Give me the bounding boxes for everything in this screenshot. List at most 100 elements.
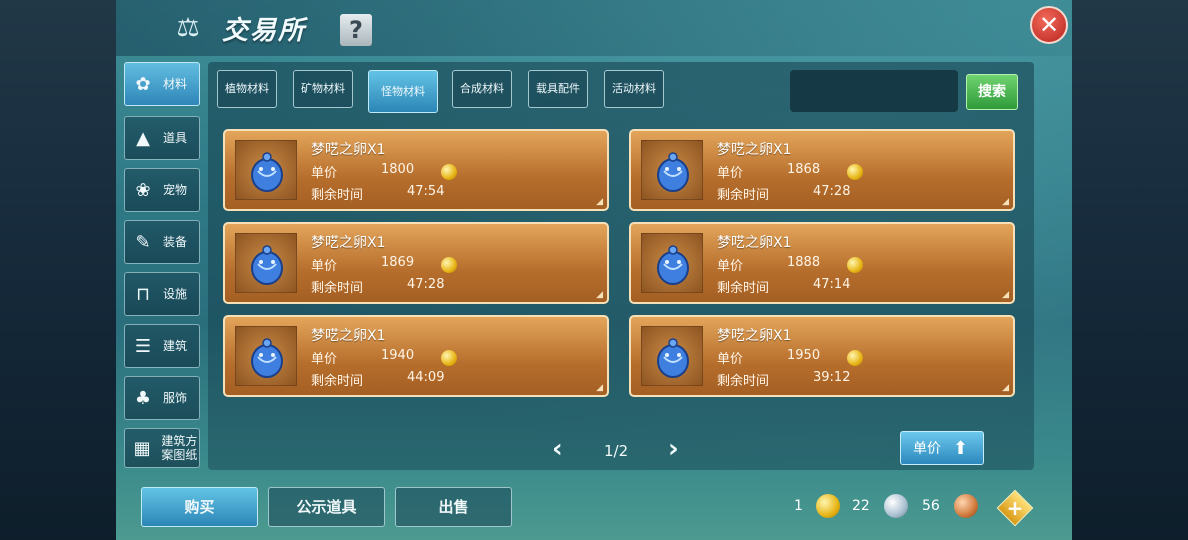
dream-egg-icon xyxy=(657,152,689,192)
dream-egg-icon xyxy=(657,245,689,285)
gold-coin-icon xyxy=(847,350,863,366)
time-label: 剩余时间 xyxy=(717,188,770,203)
background-right xyxy=(1072,0,1188,540)
sort-label: 单价 xyxy=(913,441,941,457)
clothing-icon: ♣ xyxy=(134,387,152,409)
corner-ornament-icon: ◢ xyxy=(596,290,603,300)
search-input[interactable] xyxy=(790,70,958,112)
listing-card[interactable]: 梦呓之卵X1 单价 1940 剩余时间 44:09 ◢ xyxy=(223,315,609,397)
time-label: 剩余时间 xyxy=(311,374,364,389)
dream-egg-icon xyxy=(251,152,283,192)
public-items-tab[interactable]: 公示道具 xyxy=(268,487,385,527)
sidebar-item-label: 道具 xyxy=(163,131,188,145)
sidebar-item-blueprints[interactable]: ▦ 建筑方案图纸 xyxy=(124,428,200,468)
buy-tab[interactable]: 购买 xyxy=(141,487,258,527)
tab-plant-materials[interactable]: 植物材料 xyxy=(217,70,277,108)
next-page-button[interactable]: › xyxy=(668,436,684,462)
price-label: 单价 xyxy=(717,352,744,367)
materials-icon: ✿ xyxy=(135,73,151,95)
corner-ornament-icon: ◢ xyxy=(596,383,603,393)
time-label: 剩余时间 xyxy=(311,281,364,296)
remaining-time: 47:28 xyxy=(407,277,445,292)
listing-card[interactable]: 梦呓之卵X1 单价 1888 剩余时间 47:14 ◢ xyxy=(629,222,1015,304)
item-thumbnail xyxy=(235,233,297,293)
sell-tab[interactable]: 出售 xyxy=(395,487,512,527)
dream-egg-icon xyxy=(251,245,283,285)
sort-by-price-button[interactable]: 单价 ⬆ xyxy=(900,431,984,465)
listing-card[interactable]: 梦呓之卵X1 单价 1800 剩余时间 47:54 ◢ xyxy=(223,129,609,211)
corner-ornament-icon: ◢ xyxy=(1002,383,1009,393)
close-icon: ✕ xyxy=(1038,11,1060,39)
gold-coin-icon xyxy=(441,164,457,180)
item-icon: ▲ xyxy=(136,127,150,149)
item-price: 1888 xyxy=(787,255,821,270)
tab-event-materials[interactable]: 活动材料 xyxy=(604,70,664,108)
item-thumbnail xyxy=(235,140,297,200)
sidebar-item-pets[interactable]: ❀ 宠物 xyxy=(124,168,200,212)
chevron-right-icon: › xyxy=(668,434,679,464)
gold-coin-icon xyxy=(441,257,457,273)
item-name: 梦呓之卵X1 xyxy=(717,328,792,344)
page-title: 交易所 xyxy=(222,16,307,46)
sidebar-item-label: 材料 xyxy=(163,77,188,91)
equipment-icon: ✎ xyxy=(135,231,151,253)
gold-amount: 1 xyxy=(794,498,803,514)
time-label: 剩余时间 xyxy=(717,374,770,389)
listing-card[interactable]: 梦呓之卵X1 单价 1868 剩余时间 47:28 ◢ xyxy=(629,129,1015,211)
copper-coin-icon xyxy=(954,494,978,518)
plus-icon: + xyxy=(1006,496,1024,520)
remaining-time: 47:28 xyxy=(813,184,851,199)
dream-egg-icon xyxy=(657,338,689,378)
sidebar-item-clothing[interactable]: ♣ 服饰 xyxy=(124,376,200,420)
listing-card[interactable]: 梦呓之卵X1 单价 1869 剩余时间 47:28 ◢ xyxy=(223,222,609,304)
sidebar-item-label: 宠物 xyxy=(163,183,188,197)
price-label: 单价 xyxy=(311,352,338,367)
item-price: 1869 xyxy=(381,255,415,270)
listing-card[interactable]: 梦呓之卵X1 单价 1950 剩余时间 39:12 ◢ xyxy=(629,315,1015,397)
tab-mineral-materials[interactable]: 矿物材料 xyxy=(293,70,353,108)
item-price: 1868 xyxy=(787,162,821,177)
sidebar-item-buildings[interactable]: ☰ 建筑 xyxy=(124,324,200,368)
price-label: 单价 xyxy=(717,259,744,274)
sort-arrow-icon: ⬆ xyxy=(953,437,969,459)
sidebar-item-materials[interactable]: ✿ 材料 xyxy=(124,62,200,106)
tab-vehicle-parts[interactable]: 载具配件 xyxy=(528,70,588,108)
search-button[interactable]: 搜索 xyxy=(966,74,1018,110)
corner-ornament-icon: ◢ xyxy=(596,197,603,207)
silver-amount: 22 xyxy=(852,498,870,514)
tab-monster-materials[interactable]: 怪物材料 xyxy=(368,70,438,113)
item-price: 1940 xyxy=(381,348,415,363)
background-left xyxy=(0,0,116,540)
item-name: 梦呓之卵X1 xyxy=(311,142,386,158)
remaining-time: 47:54 xyxy=(407,184,445,199)
item-price: 1950 xyxy=(787,348,821,363)
scales-icon: ⚖ xyxy=(176,13,200,43)
item-name: 梦呓之卵X1 xyxy=(717,142,792,158)
page-indicator: 1/2 xyxy=(604,442,629,460)
blueprint-icon: ▦ xyxy=(133,437,151,459)
item-price: 1800 xyxy=(381,162,415,177)
sidebar-item-label: 建筑方案图纸 xyxy=(161,434,198,462)
prev-page-button[interactable]: ‹ xyxy=(552,436,568,462)
sidebar-item-items[interactable]: ▲ 道具 xyxy=(124,116,200,160)
remaining-time: 44:09 xyxy=(407,370,445,385)
gold-coin-icon xyxy=(816,494,840,518)
item-thumbnail xyxy=(235,326,297,386)
gold-coin-icon xyxy=(847,164,863,180)
sidebar-item-facilities[interactable]: ⊓ 设施 xyxy=(124,272,200,316)
item-thumbnail xyxy=(641,140,703,200)
help-button[interactable]: ? xyxy=(340,14,372,46)
item-thumbnail xyxy=(641,326,703,386)
sidebar-item-label: 设施 xyxy=(163,287,188,301)
tab-crafted-materials[interactable]: 合成材料 xyxy=(452,70,512,108)
close-button[interactable]: ✕ xyxy=(1030,6,1068,44)
item-thumbnail xyxy=(641,233,703,293)
sidebar-item-equipment[interactable]: ✎ 装备 xyxy=(124,220,200,264)
gold-coin-icon xyxy=(441,350,457,366)
corner-ornament-icon: ◢ xyxy=(1002,197,1009,207)
price-label: 单价 xyxy=(311,259,338,274)
corner-ornament-icon: ◢ xyxy=(1002,290,1009,300)
time-label: 剩余时间 xyxy=(311,188,364,203)
price-label: 单价 xyxy=(311,166,338,181)
time-label: 剩余时间 xyxy=(717,281,770,296)
